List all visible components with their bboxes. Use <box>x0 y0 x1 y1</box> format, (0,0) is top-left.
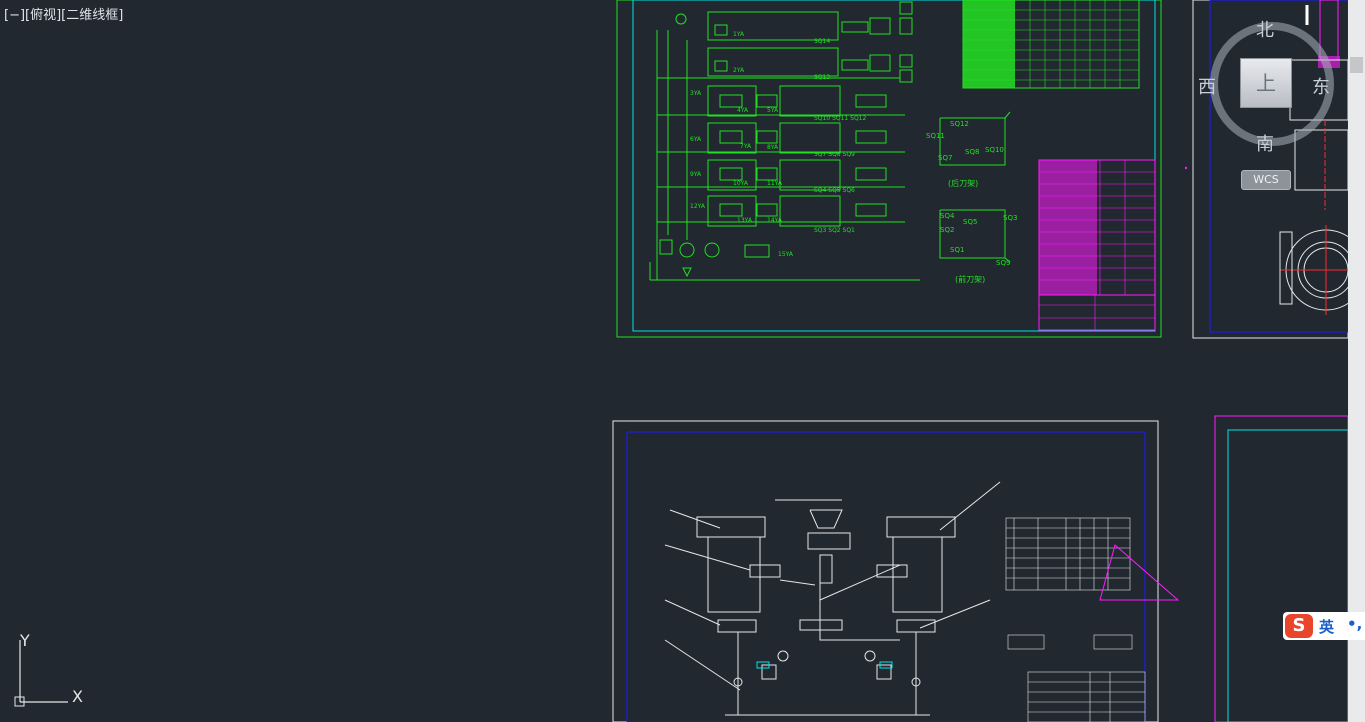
viewcube[interactable]: 北 南 东 西 上 WCS <box>1196 12 1336 192</box>
schematic-table <box>1005 517 1146 722</box>
svg-text:SQ2: SQ2 <box>940 226 954 234</box>
svg-text:SQ14: SQ14 <box>814 38 830 45</box>
label-5YA: 5YA <box>767 107 779 114</box>
rear-tool-post-title: (后刀架) <box>948 178 978 188</box>
compass-east[interactable]: 东 <box>1312 73 1330 99</box>
compass-south[interactable]: 南 <box>1256 130 1274 156</box>
cad-drawing: 1YA 2YA 3YA 4YA 5YA 6YA 7YA 8YA 9YA 10YA… <box>612 0 1348 722</box>
label-8YA: 8YA <box>767 144 779 151</box>
compass-north[interactable]: 北 <box>1256 16 1274 42</box>
svg-text:SQ8: SQ8 <box>965 148 979 156</box>
ucs-icon: Y X <box>14 631 83 707</box>
label-1YA: 1YA <box>733 31 745 38</box>
sheet-hydraulic-circuit: 1YA 2YA 3YA 4YA 5YA 6YA 7YA 8YA 9YA 10YA… <box>616 0 1162 338</box>
label-6YA: 6YA <box>690 136 702 143</box>
label-12YA: 12YA <box>690 203 706 210</box>
svg-text:SQ7 SQ8 SQ9: SQ7 SQ8 SQ9 <box>814 151 855 158</box>
viewport-controls-label[interactable]: [−][俯视][二维线框] <box>4 4 123 23</box>
label-7YA: 7YA <box>740 143 752 150</box>
ime-status-bar[interactable]: S 英 •, <box>1283 612 1365 640</box>
ucs-y-label: Y <box>19 631 30 650</box>
viewcube-top-face[interactable]: 上 <box>1240 58 1292 108</box>
svg-text:SQ10: SQ10 <box>985 146 1004 154</box>
svg-text:SQ3 SQ2 SQ1: SQ3 SQ2 SQ1 <box>814 227 855 234</box>
svg-text:SQ9: SQ9 <box>996 259 1010 267</box>
label-15YA: 15YA <box>778 251 794 258</box>
sheet-bottom-right <box>1214 415 1348 722</box>
label-11YA: 11YA <box>767 180 783 187</box>
drawing-canvas[interactable]: 1YA 2YA 3YA 4YA 5YA 6YA 7YA 8YA 9YA 10YA… <box>0 0 1365 722</box>
ucs-x-label: X <box>72 687 83 706</box>
label-2YA: 2YA <box>733 67 745 74</box>
ime-punctuation-toggle[interactable]: •, <box>1347 615 1362 633</box>
label-4YA: 4YA <box>737 107 749 114</box>
svg-text:SQ10 SQ11 SQ12: SQ10 SQ11 SQ12 <box>814 115 866 122</box>
svg-text:SQ13: SQ13 <box>814 74 830 81</box>
svg-text:SQ4 SQ5 SQ6: SQ4 SQ5 SQ6 <box>814 187 855 194</box>
green-table <box>962 0 1140 89</box>
scrollbar-thumb[interactable] <box>1350 57 1363 73</box>
ime-language-toggle[interactable]: 英 <box>1319 616 1334 637</box>
label-3YA: 3YA <box>690 90 702 97</box>
front-tool-post-title: (前刀架) <box>955 274 985 284</box>
svg-text:SQ1: SQ1 <box>950 246 964 254</box>
sogou-logo-icon[interactable]: S <box>1285 614 1313 638</box>
label-10YA: 10YA <box>733 180 749 187</box>
label-13YA: 13YA <box>737 217 753 224</box>
svg-text:SQ11: SQ11 <box>926 132 945 140</box>
sheet-schematic <box>612 420 1180 722</box>
wcs-menu-button[interactable]: WCS <box>1241 170 1291 190</box>
label-14YA: 14YA <box>767 217 783 224</box>
svg-text:SQ12: SQ12 <box>950 120 969 128</box>
svg-text:SQ5: SQ5 <box>963 218 977 226</box>
compass-west[interactable]: 西 <box>1198 73 1216 99</box>
magenta-parts-list <box>1038 159 1156 331</box>
label-9YA: 9YA <box>690 171 702 178</box>
svg-text:SQ7: SQ7 <box>938 154 952 162</box>
svg-text:SQ4: SQ4 <box>940 212 955 220</box>
svg-text:SQ3: SQ3 <box>1003 214 1017 222</box>
